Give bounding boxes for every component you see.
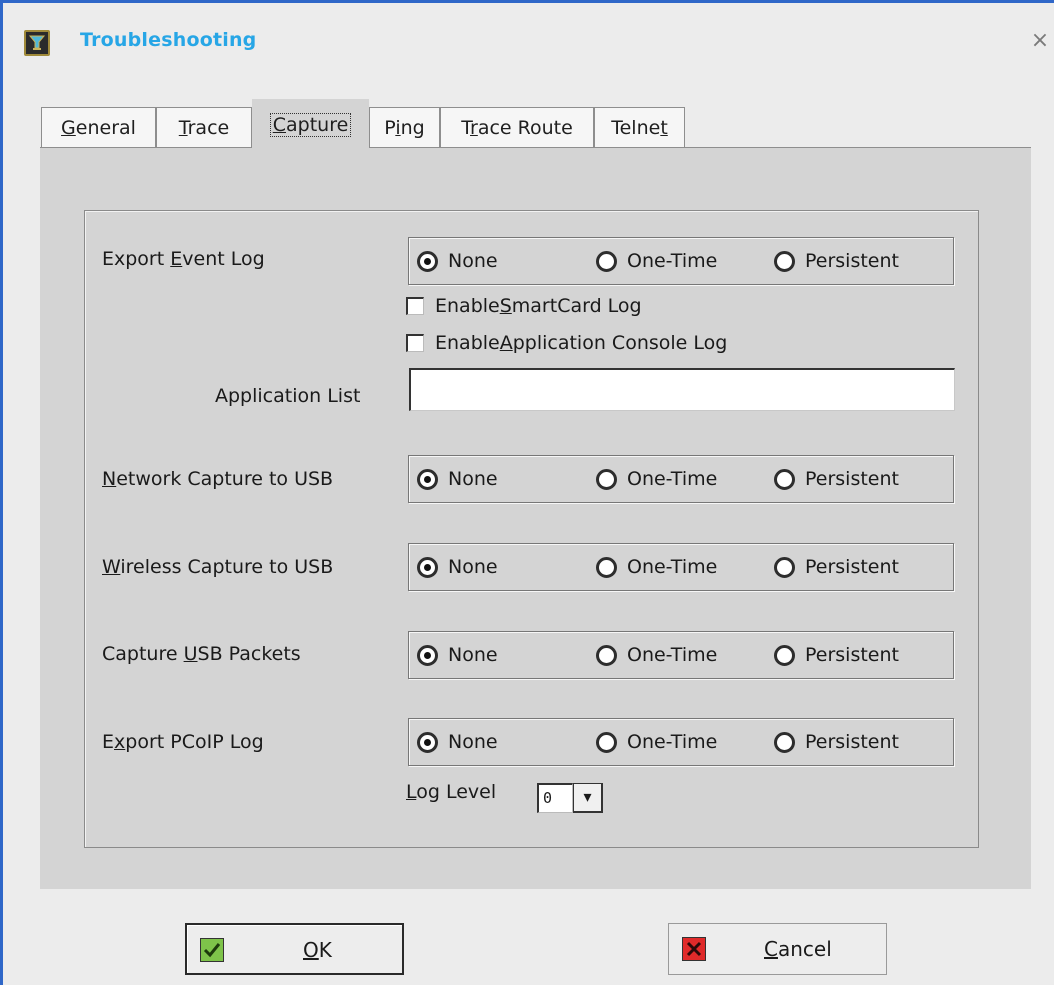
- capture-usb-packets-radio-group: None One-Time Persistent: [408, 631, 954, 679]
- radio-unselected-icon: [774, 468, 795, 490]
- export-pcoip-log-label: Export PCoIP Log: [102, 731, 264, 753]
- wireless-capture-none-radio[interactable]: None: [417, 544, 498, 590]
- capture-tab-panel: Export Event Log None One-Time Persisten…: [40, 147, 1031, 889]
- troubleshooting-app-icon: [24, 30, 50, 56]
- wireless-capture-label: Wireless Capture to USB: [102, 556, 334, 578]
- capture-usb-packets-none-radio[interactable]: None: [417, 632, 498, 678]
- tab-telnet[interactable]: Telnet: [594, 107, 685, 150]
- checkmark-icon: [200, 938, 224, 962]
- radio-unselected-icon: [596, 556, 617, 578]
- network-capture-persistent-radio[interactable]: Persistent: [774, 456, 899, 502]
- log-level-label: Log Level: [406, 781, 497, 803]
- capture-group-box: Export Event Log None One-Time Persisten…: [84, 210, 979, 848]
- capture-usb-packets-label: Capture USB Packets: [102, 643, 301, 665]
- cancel-button-label: Cancel: [764, 937, 832, 961]
- network-capture-radio-group: None One-Time Persistent: [408, 455, 954, 503]
- export-event-log-persistent-radio[interactable]: Persistent: [774, 238, 899, 284]
- export-event-log-label: Export Event Log: [102, 248, 265, 270]
- ok-button-label: OK: [303, 938, 332, 962]
- checkbox-box: [406, 334, 424, 352]
- application-list-input[interactable]: [409, 368, 955, 411]
- wireless-capture-radio-group: None One-Time Persistent: [408, 543, 954, 591]
- tab-ping[interactable]: Ping: [369, 107, 440, 150]
- radio-unselected-icon: [596, 468, 617, 490]
- tab-general[interactable]: General: [41, 107, 156, 150]
- network-capture-none-radio[interactable]: None: [417, 456, 498, 502]
- radio-unselected-icon: [596, 644, 617, 666]
- tab-trace[interactable]: Trace: [156, 107, 252, 150]
- radio-unselected-icon: [596, 731, 617, 753]
- tab-trace-route[interactable]: Trace Route: [440, 107, 594, 150]
- cancel-button[interactable]: Cancel: [668, 923, 887, 975]
- log-level-dropdown-icon[interactable]: ▾: [573, 783, 603, 813]
- ok-button[interactable]: OK: [185, 923, 404, 975]
- wireless-capture-one-time-radio[interactable]: One-Time: [596, 544, 717, 590]
- network-capture-one-time-radio[interactable]: One-Time: [596, 456, 717, 502]
- close-icon[interactable]: ×: [1030, 30, 1050, 52]
- capture-usb-packets-one-time-radio[interactable]: One-Time: [596, 632, 717, 678]
- export-pcoip-log-none-radio[interactable]: None: [417, 719, 498, 765]
- radio-unselected-icon: [774, 731, 795, 753]
- capture-usb-packets-persistent-radio[interactable]: Persistent: [774, 632, 899, 678]
- enable-app-console-log-checkbox[interactable]: Enable Application Console Log: [406, 332, 727, 354]
- radio-unselected-icon: [774, 556, 795, 578]
- export-event-log-one-time-radio[interactable]: One-Time: [596, 238, 717, 284]
- radio-selected-icon: [417, 556, 438, 578]
- enable-smartcard-log-checkbox[interactable]: Enable SmartCard Log: [406, 295, 642, 317]
- radio-selected-icon: [417, 468, 438, 490]
- export-pcoip-log-one-time-radio[interactable]: One-Time: [596, 719, 717, 765]
- radio-unselected-icon: [596, 250, 617, 272]
- wireless-capture-persistent-radio[interactable]: Persistent: [774, 544, 899, 590]
- troubleshooting-dialog: Troubleshooting × General Trace Capture …: [0, 0, 1054, 985]
- export-pcoip-log-radio-group: None One-Time Persistent: [408, 718, 954, 766]
- log-level-value[interactable]: 0: [537, 783, 573, 813]
- checkbox-box: [406, 297, 424, 315]
- application-list-label: Application List: [215, 385, 361, 407]
- radio-unselected-icon: [774, 644, 795, 666]
- window-title: Troubleshooting: [80, 29, 257, 51]
- export-event-log-radio-group: None One-Time Persistent: [408, 237, 954, 285]
- export-pcoip-log-persistent-radio[interactable]: Persistent: [774, 719, 899, 765]
- radio-selected-icon: [417, 250, 438, 272]
- radio-selected-icon: [417, 644, 438, 666]
- radio-unselected-icon: [774, 250, 795, 272]
- network-capture-label: Network Capture to USB: [102, 468, 334, 490]
- tab-capture-label: Capture: [269, 113, 352, 137]
- tab-capture[interactable]: Capture: [252, 99, 369, 150]
- export-event-log-none-radio[interactable]: None: [417, 238, 498, 284]
- title-bar: Troubleshooting ×: [3, 3, 1054, 83]
- radio-selected-icon: [417, 731, 438, 753]
- cancel-x-icon: [682, 937, 706, 961]
